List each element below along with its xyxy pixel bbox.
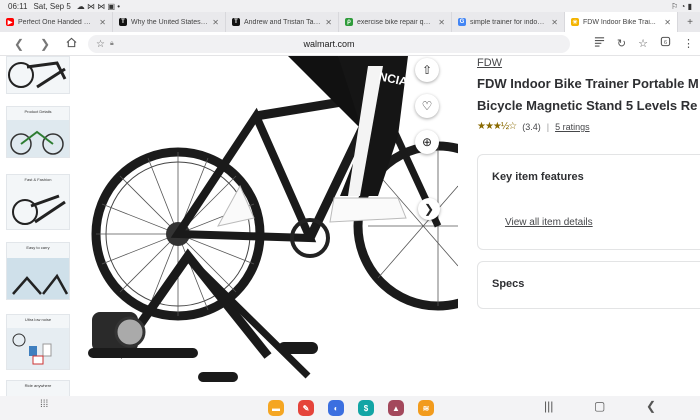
notification-icons: ☁ ⋈ ⋈ ▣ • [76, 1, 121, 11]
status-time: 06:11 [8, 1, 28, 11]
browser-tab[interactable]: ✳ FDW Indoor Bike Trai... ✕ [565, 12, 678, 32]
tab-favicon-icon: ρ [345, 18, 353, 26]
rating-separator: | [546, 121, 550, 132]
tab-favicon-icon: ▶ [6, 18, 14, 26]
favorites-icon[interactable]: ☆ [638, 37, 648, 50]
tab-favicon-icon: G [458, 18, 466, 26]
thumbnail[interactable]: Product Details [6, 106, 70, 158]
app-drawer-icon[interactable]: ⁞⁞⁞ [40, 399, 48, 410]
thumbnail[interactable]: Fast & Fashion [6, 174, 70, 230]
thumbnail[interactable]: Ride anywhere [6, 380, 70, 396]
browser-tab[interactable]: ▶ Perfect One Handed Bac... ✕ [0, 12, 113, 32]
tab-close-icon[interactable]: ✕ [551, 18, 558, 27]
tab-title: Perfect One Handed Bac... [18, 18, 96, 26]
product-main-image: NCIAGA [78, 56, 523, 396]
browser-app-icon[interactable]: ◐ [328, 400, 344, 416]
home-button-icon[interactable]: ▢ [594, 399, 605, 413]
thumbnail[interactable] [6, 56, 70, 94]
tab-favicon-icon: ✳ [571, 18, 579, 26]
system-status-bar: 06:11 Sat, Sep 5 ☁ ⋈ ⋈ ▣ • ⚐ ◔ ▮ [0, 0, 700, 12]
thumbnail[interactable]: Easy to carry [6, 242, 70, 300]
lock-icon: 🔒︎ [110, 40, 114, 47]
rating-value: (3.4) [522, 121, 541, 132]
tab-close-icon[interactable]: ✕ [212, 18, 219, 27]
layers-app-icon[interactable]: ≋ [418, 400, 434, 416]
url-text: walmart.com [303, 39, 355, 49]
specs-card[interactable]: Specs [477, 261, 700, 309]
view-all-item-details-link[interactable]: View all item details [505, 217, 593, 228]
url-field[interactable]: ☆ 🔒︎ walmart.com [88, 35, 570, 53]
thumbnail[interactable]: Ultra low noise [6, 314, 70, 370]
tab-title: FDW Indoor Bike Trai... [583, 18, 656, 26]
share-icon[interactable]: ⇧ [415, 58, 439, 82]
product-title: FDW Indoor Bike Trainer Portable M Bicyc… [477, 76, 699, 113]
rating-stars: ★★★½☆ [477, 121, 517, 132]
key-features-heading: Key item features [492, 171, 584, 183]
thumbnail-strip: Product Details Fast & Fashion Easy to c… [4, 56, 72, 396]
tab-title: exercise bike repair ques... [357, 18, 435, 26]
media-app-icon[interactable]: ▲ [388, 400, 404, 416]
back-button-icon[interactable]: ❮ [646, 399, 656, 413]
bookmark-star-icon[interactable]: ☆ [96, 39, 105, 50]
files-app-icon[interactable]: ▬ [268, 400, 284, 416]
brand-link[interactable]: FDW [477, 57, 700, 69]
tab-strip: ▶ Perfect One Handed Bac... ✕ T Why the Unit… [0, 12, 700, 32]
refresh-icon[interactable]: ↻ [617, 37, 626, 50]
tab-close-icon[interactable]: ✕ [664, 18, 671, 27]
zoom-icon[interactable]: ⊕ [415, 130, 439, 154]
product-info: FDW FDW Indoor Bike Trainer Portable M B… [477, 56, 700, 396]
tab-close-icon[interactable]: ✕ [325, 18, 332, 27]
browser-tab[interactable]: ρ exercise bike repair ques... ✕ [339, 12, 452, 32]
browser-tab[interactable]: T Why the United States Ca... ✕ [113, 12, 226, 32]
ratings-count-link[interactable]: 5 ratings [555, 122, 590, 132]
system-navigation-bar: ⁞⁞⁞ ▬ ✎ ◐ $ ▲ ≋ ||| ▢ ❮ [0, 396, 700, 420]
store-app-icon[interactable]: $ [358, 400, 374, 416]
tab-title: simple trainer for indoor ... [470, 18, 548, 26]
rating-row: ★★★½☆ (3.4) | 5 ratings [477, 121, 700, 132]
tab-close-icon[interactable]: ✕ [438, 18, 445, 27]
menu-icon[interactable]: ⋮ [683, 37, 694, 50]
system-icons: ⚐ ◔ ▮ [671, 1, 692, 11]
notes-app-icon[interactable]: ✎ [298, 400, 314, 416]
tab-title: Andrew and Tristan Tate:... [244, 18, 322, 26]
browser-tab[interactable]: Gsimple trainer for indoor ... ✕ [452, 12, 565, 32]
product-page: Product Details Fast & Fashion Easy to c… [0, 56, 700, 396]
status-date: Sat, Sep 5 [33, 1, 71, 11]
reader-mode-icon[interactable] [594, 36, 605, 50]
recent-apps-icon[interactable]: ||| [544, 399, 553, 413]
tab-favicon-icon: T [119, 18, 127, 26]
key-features-card: Key item features View all item details [477, 154, 700, 250]
tab-title: Why the United States Ca... [131, 18, 208, 26]
forward-icon[interactable]: ❯ [32, 37, 58, 51]
new-tab-button[interactable]: + [680, 17, 700, 28]
browser-tab[interactable]: T Andrew and Tristan Tate:... ✕ [226, 12, 339, 32]
tabs-count-icon[interactable]: 6 [660, 36, 671, 50]
home-icon[interactable] [58, 37, 84, 51]
tab-favicon-icon: T [232, 18, 240, 26]
address-bar-row: ❮ ❯ ☆ 🔒︎ walmart.com ↻ ☆ 6 ⋮ [0, 32, 700, 56]
svg-text:6: 6 [664, 40, 667, 46]
back-icon[interactable]: ❮ [6, 37, 32, 51]
tab-close-icon[interactable]: ✕ [99, 18, 106, 27]
favorite-heart-icon[interactable]: ♡ [415, 94, 439, 118]
app-dock: ▬ ✎ ◐ $ ▲ ≋ [268, 400, 434, 416]
specs-heading: Specs [492, 278, 525, 290]
next-image-chevron-icon[interactable]: ❯ [418, 198, 440, 220]
